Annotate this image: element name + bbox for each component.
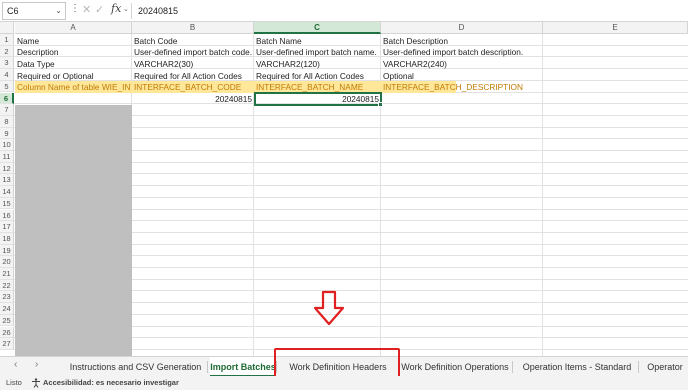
column-header-c[interactable]: C — [254, 22, 381, 34]
more-vertical-icon[interactable]: ⋮ — [70, 3, 80, 14]
tab-divider — [638, 361, 639, 373]
column-header-e[interactable]: E — [543, 22, 688, 34]
formula-bar: C6 ⌄ ⋮ ✕ ✓ fx ⌄ 20240815 — [0, 0, 688, 22]
row-header-17[interactable]: 17 — [0, 221, 14, 233]
row-header-23[interactable]: 23 — [0, 291, 14, 304]
cell-d5[interactable]: INTERFACE_BATCH_DESCRIPTION — [383, 81, 542, 93]
gridline-vertical — [542, 34, 543, 356]
cell-b2[interactable]: User-defined import batch code. — [134, 46, 253, 58]
accessibility-icon[interactable] — [31, 378, 41, 388]
tab-divider — [512, 361, 513, 373]
row-header-19[interactable]: 19 — [0, 244, 14, 257]
row-header-15[interactable]: 15 — [0, 197, 14, 210]
row-header-6[interactable]: 6 — [0, 92, 14, 105]
accessibility-status[interactable]: Accesibilidad: es necesario investigar — [43, 376, 179, 390]
cell-c3[interactable]: VARCHAR2(120) — [256, 58, 380, 70]
row-header-22[interactable]: 22 — [0, 279, 14, 292]
row-header-24[interactable]: 24 — [0, 303, 14, 315]
cell-a2[interactable]: Description — [17, 46, 131, 58]
shaded-column-a — [15, 105, 132, 356]
row-header-11[interactable]: 11 — [0, 151, 14, 163]
divider — [131, 3, 132, 19]
row-header-13[interactable]: 13 — [0, 174, 14, 187]
insert-function-button[interactable]: fx — [111, 2, 121, 15]
row-header-26[interactable]: 26 — [0, 326, 14, 339]
formula-input[interactable]: 20240815 — [138, 0, 178, 22]
tab-import-batches[interactable]: Import Batches — [210, 357, 276, 377]
chevron-down-icon[interactable]: ⌄ — [55, 3, 62, 19]
close-icon[interactable]: ✕ — [82, 3, 91, 16]
row-header-4[interactable]: 4 — [0, 69, 14, 81]
check-icon[interactable]: ✓ — [95, 3, 104, 16]
cell-b6[interactable]: 20240815 — [133, 93, 254, 105]
row-header-3[interactable]: 3 — [0, 57, 14, 70]
row-header-16[interactable]: 16 — [0, 209, 14, 222]
fill-handle[interactable] — [378, 102, 383, 107]
cell-c2[interactable]: User-defined import batch name. — [256, 46, 380, 58]
row-header-25[interactable]: 25 — [0, 314, 14, 327]
row-header-20[interactable]: 20 — [0, 256, 14, 268]
row-header-27[interactable]: 27 — [0, 338, 14, 350]
cell-d3[interactable]: VARCHAR2(240) — [383, 58, 542, 70]
chevron-down-icon[interactable]: ⌄ — [123, 5, 129, 13]
row-header-10[interactable]: 10 — [0, 139, 14, 151]
tab-instructions-csv[interactable]: Instructions and CSV Generation — [64, 357, 207, 377]
cell-b5[interactable]: INTERFACE_BATCH_CODE — [134, 81, 253, 93]
tab-divider — [207, 361, 208, 373]
chevron-right-icon[interactable]: › — [35, 359, 38, 370]
row-header-1[interactable]: 1 — [0, 34, 14, 46]
column-header-a[interactable]: A — [15, 22, 132, 34]
row-header-7[interactable]: 7 — [0, 104, 14, 116]
row-header-14[interactable]: 14 — [0, 186, 14, 198]
name-box[interactable]: C6 ⌄ — [2, 2, 66, 20]
row-header-12[interactable]: 12 — [0, 162, 14, 175]
row-header-2[interactable]: 2 — [0, 45, 14, 58]
tab-operation-items-standard[interactable]: Operation Items - Standard — [518, 357, 636, 377]
tab-operator[interactable]: Operator — [642, 357, 688, 377]
status-bar: Listo Accesibilidad: es necesario invest… — [0, 376, 688, 390]
column-header-b[interactable]: B — [132, 22, 254, 34]
status-ready: Listo — [6, 378, 22, 387]
column-header-d[interactable]: D — [381, 22, 543, 34]
row-header-5[interactable]: 5 — [0, 80, 14, 93]
name-box-value: C6 — [7, 6, 19, 16]
select-all-button[interactable] — [0, 22, 14, 34]
row-header-21[interactable]: 21 — [0, 268, 14, 280]
row-header-9[interactable]: 9 — [0, 127, 14, 140]
row-header-8[interactable]: 8 — [0, 115, 14, 128]
down-arrow-icon — [313, 290, 345, 326]
cell-b3[interactable]: VARCHAR2(30) — [134, 58, 253, 70]
cell-a3[interactable]: Data Type — [17, 58, 131, 70]
cell-a5[interactable]: Column Name of table WIE_INT — [17, 81, 131, 93]
chevron-left-icon[interactable]: ‹ — [14, 359, 17, 370]
tab-work-definition-operations[interactable]: Work Definition Operations — [400, 357, 510, 377]
row-header-18[interactable]: 18 — [0, 232, 14, 245]
active-cell-selection[interactable] — [254, 92, 382, 106]
cell-d2[interactable]: User-defined import batch description. — [383, 46, 588, 58]
